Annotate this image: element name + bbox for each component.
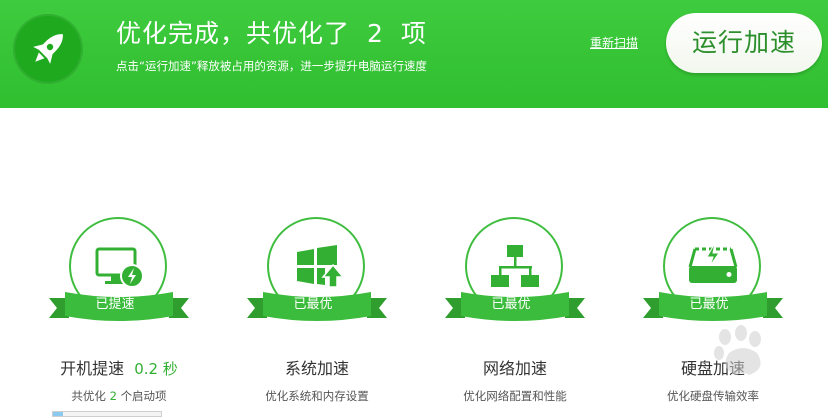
run-accelerate-button[interactable]: 运行加速: [666, 13, 822, 73]
card-name: 系统加速: [284, 359, 349, 378]
status-badge: 已最优: [689, 297, 729, 312]
card-name: 开机提速: [60, 359, 125, 378]
card-description: 共优化 2 个启动项: [35, 388, 203, 404]
rocket-icon: [13, 14, 83, 84]
card-boot-speedup: 已提速 开机提速 0.2 秒 共优化 2 个启动项: [35, 210, 203, 417]
card-name: 硬盘加速: [680, 359, 745, 378]
startup-item-count: 2: [109, 389, 117, 403]
boot-progress-bar: [52, 411, 162, 417]
card-disk-speedup: 已最优 硬盘加速 优化硬盘传输效率: [629, 210, 797, 416]
card-network-speedup: 已最优 网络加速 优化网络配置和性能: [431, 210, 599, 416]
status-badge: 已最优: [293, 297, 333, 312]
card-description: 优化系统和内存设置: [265, 389, 369, 403]
result-header: 优化完成，共优化了 2 项 点击“运行加速”释放被占用的资源，进一步提升电脑运行…: [0, 0, 828, 108]
card-name: 网络加速: [482, 359, 547, 378]
title-prefix: 优化完成，共优化了: [116, 19, 351, 48]
desc-prefix: 共优化: [71, 389, 106, 403]
status-badge: 已最优: [491, 297, 531, 312]
boot-time-value: 0.2 秒: [134, 360, 178, 378]
card-description: 优化网络配置和性能: [463, 389, 567, 403]
desc-suffix: 个启动项: [120, 389, 167, 403]
boot-progress-fill: [53, 412, 63, 416]
title-suffix: 项: [400, 19, 427, 48]
status-badge: 已提速: [95, 297, 135, 312]
optimized-count: 2: [366, 19, 384, 48]
card-description: 优化硬盘传输效率: [667, 389, 759, 403]
rescan-link[interactable]: 重新扫描: [590, 34, 638, 51]
subtitle-text: 点击“运行加速”释放被占用的资源，进一步提升电脑运行速度: [116, 59, 427, 73]
card-title: 开机提速 0.2 秒: [35, 355, 203, 379]
card-system-speedup: 已最优 系统加速 优化系统和内存设置: [233, 210, 401, 416]
page-title: 优化完成，共优化了 2 项: [116, 14, 427, 50]
